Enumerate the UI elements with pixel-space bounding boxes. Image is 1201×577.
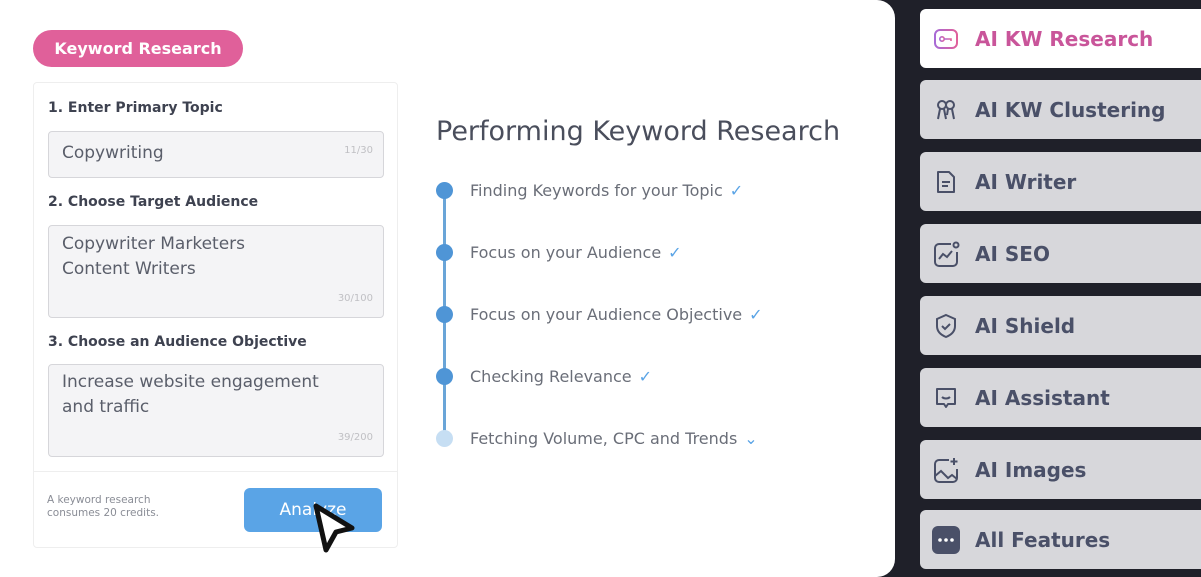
- sidebar-item-ai-writer[interactable]: AI Writer: [920, 152, 1201, 211]
- sidebar-item-label: AI KW Research: [975, 26, 1154, 51]
- research-form: 1. Enter Primary Topic Copywriting 11/30 …: [33, 82, 398, 548]
- progress-step: Fetching Volume, CPC and Trends ⌄: [436, 429, 758, 448]
- check-icon: ✓: [638, 367, 653, 386]
- form-footer: A keyword research consumes 20 credits. …: [34, 471, 397, 532]
- progress-step: Checking Relevance ✓: [436, 367, 652, 386]
- step-label: Focus on your Audience Objective: [470, 305, 743, 324]
- step-label: Fetching Volume, CPC and Trends: [470, 429, 738, 448]
- sidebar-item-label: AI Images: [975, 457, 1087, 482]
- step-label: Finding Keywords for your Topic: [470, 181, 723, 200]
- step3-label: 3. Choose an Audience Objective: [48, 334, 307, 350]
- check-icon: ✓: [668, 243, 682, 262]
- sidebar-item-ai-kw-clustering[interactable]: AI KW Clustering: [920, 80, 1201, 139]
- objective-textarea[interactable]: Increase website engagement and traffic 3…: [48, 364, 384, 457]
- audience-line: Content Writers: [62, 259, 196, 279]
- progress-step: Focus on your Audience Objective ✓: [436, 305, 763, 324]
- sidebar-item-all-features[interactable]: All Features: [920, 510, 1201, 569]
- more-icon: [932, 525, 960, 554]
- step2-label: 2. Choose Target Audience: [48, 194, 259, 210]
- audience-textarea[interactable]: Copywriter Marketers Content Writers 30/10…: [48, 225, 384, 318]
- step-dot-icon: [436, 430, 453, 447]
- step1-label: 1. Enter Primary Topic: [48, 100, 223, 116]
- progress-title: Performing Keyword Research: [436, 116, 841, 147]
- key-icon: [932, 25, 960, 53]
- sidebar-item-ai-images[interactable]: AI Images: [920, 440, 1201, 499]
- check-icon: ✓: [729, 181, 744, 200]
- check-icon: ✓: [749, 305, 763, 324]
- image-icon: [932, 456, 960, 484]
- step-dot-icon: [436, 244, 453, 261]
- step-label: Focus on your Audience: [470, 243, 662, 262]
- topic-count: 11/30: [344, 145, 373, 156]
- step-dot-icon: [436, 368, 453, 385]
- audience-count: 30/100: [337, 293, 373, 304]
- step-dot-icon: [436, 306, 453, 323]
- chat-icon: [932, 384, 960, 412]
- progress-step: Focus on your Audience ✓: [436, 243, 682, 262]
- sidebar-item-label: AI Assistant: [975, 385, 1110, 410]
- shield-icon: [932, 312, 960, 340]
- sidebar-item-label: AI SEO: [975, 241, 1050, 266]
- objective-value: Increase website engagement and traffic: [62, 372, 319, 417]
- topic-input[interactable]: Copywriting 11/30: [48, 131, 384, 178]
- progress-step: Finding Keywords for your Topic ✓: [436, 181, 743, 200]
- keyword-research-badge: Keyword Research: [33, 30, 243, 67]
- document-icon: [932, 168, 960, 196]
- sidebar-item-ai-shield[interactable]: AI Shield: [920, 296, 1201, 355]
- objective-count: 39/200: [337, 432, 373, 443]
- chart-icon: [932, 240, 960, 268]
- main-panel: Keyword Research 1. Enter Primary Topic …: [0, 0, 895, 577]
- credits-note: A keyword research consumes 20 credits.: [47, 494, 159, 519]
- step-dot-icon: [436, 182, 453, 199]
- sidebar-item-label: AI KW Clustering: [975, 97, 1166, 122]
- sidebar-item-ai-assistant[interactable]: AI Assistant: [920, 368, 1201, 427]
- sidebar-item-ai-kw-research[interactable]: AI KW Research: [920, 9, 1201, 68]
- sidebar-item-label: AI Shield: [975, 313, 1076, 338]
- cluster-icon: [932, 96, 960, 124]
- mouse-cursor-icon: [313, 503, 355, 553]
- topic-value: Copywriting: [62, 143, 164, 163]
- chevron-down-icon: ⌄: [744, 429, 758, 448]
- sidebar-item-label: AI Writer: [975, 169, 1077, 194]
- step-label: Checking Relevance: [470, 367, 632, 386]
- audience-line: Copywriter Marketers: [62, 234, 245, 254]
- sidebar-item-label: All Features: [975, 527, 1111, 552]
- sidebar-item-ai-seo[interactable]: AI SEO: [920, 224, 1201, 283]
